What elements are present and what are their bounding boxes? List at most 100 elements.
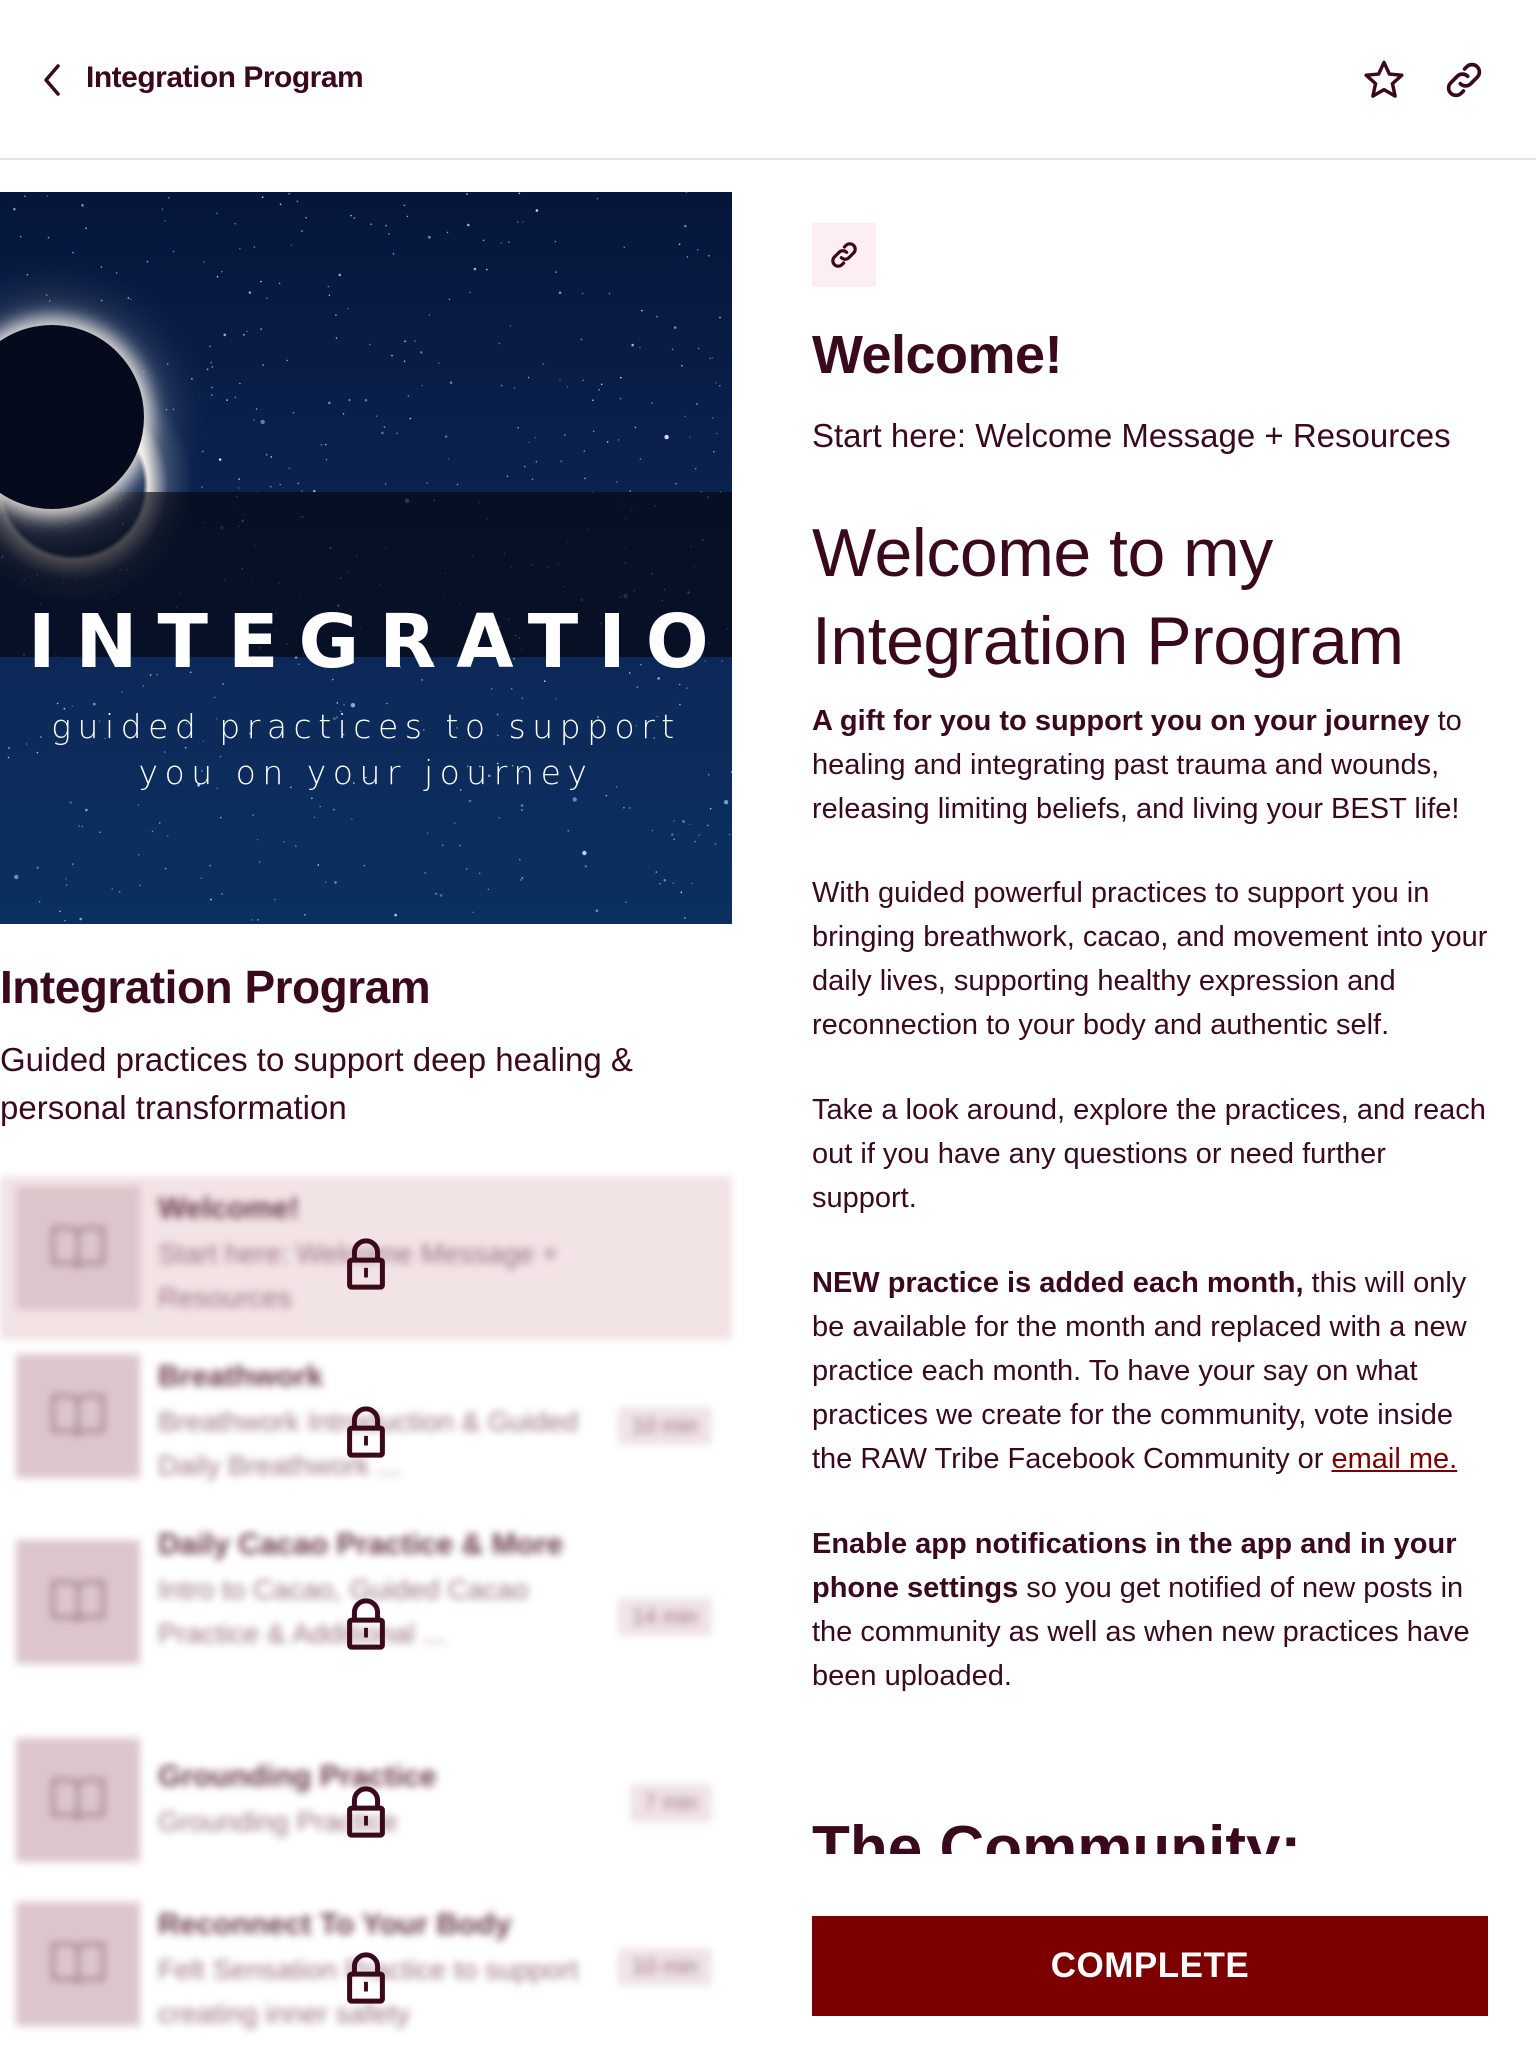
star-dot [438, 362, 440, 364]
star-dot [428, 314, 431, 316]
star-dot [520, 879, 522, 881]
star-dot [239, 247, 241, 250]
star-dot [516, 221, 519, 223]
star-dot [714, 843, 717, 845]
star-dot [202, 450, 204, 453]
star-dot [663, 879, 667, 882]
star-dot [719, 316, 721, 319]
star-dot [707, 824, 709, 827]
star-dot [290, 244, 293, 247]
lesson-thumbnail [16, 1540, 140, 1664]
star-dot [535, 460, 538, 463]
star-dot [69, 801, 72, 804]
star-dot [210, 898, 212, 901]
star-dot [634, 426, 637, 429]
star-dot [246, 330, 248, 333]
star-dot [582, 850, 587, 856]
star-dot [582, 379, 584, 382]
star-dot [673, 820, 675, 822]
star-dot [220, 816, 222, 819]
lesson-thumbnail [16, 1902, 140, 2026]
star-dot [421, 384, 424, 387]
star-dot [456, 483, 459, 486]
star-dot [255, 408, 258, 410]
star-dot [301, 230, 303, 232]
star-dot [678, 243, 681, 245]
star-dot [206, 368, 209, 370]
star-dot [164, 867, 167, 870]
star-dot [672, 882, 675, 884]
star-dot [584, 865, 588, 868]
complete-button[interactable]: COMPLETE [812, 1916, 1488, 2016]
star-dot [265, 453, 268, 456]
lesson-subtitle: Start here: Welcome Message + Resources [812, 417, 1451, 454]
star-dot [368, 343, 371, 346]
star-dot [260, 419, 265, 425]
star-dot [487, 888, 490, 891]
back-button[interactable] [34, 58, 70, 102]
star-dot [260, 280, 262, 283]
star-dot [279, 203, 282, 206]
star-dot [391, 354, 393, 357]
star-dot [304, 914, 306, 916]
star-dot [508, 241, 510, 243]
cover-subtitle-line-1: guided practices to support [51, 707, 681, 746]
star-dot [375, 415, 378, 417]
star-dot [64, 877, 67, 880]
star-dot [121, 690, 123, 693]
star-dot [142, 685, 145, 687]
star-dot [258, 861, 261, 863]
star-dot [608, 292, 611, 295]
share-link-button[interactable] [1438, 54, 1490, 106]
star-dot [639, 458, 642, 460]
star-dot [641, 309, 643, 312]
lesson-type-link-chip[interactable] [812, 223, 876, 287]
star-dot [664, 434, 669, 440]
star-dot [620, 376, 622, 379]
page-title: Integration Program [86, 61, 364, 94]
lesson-title: Daily Cacao Practice & More [158, 1528, 564, 1561]
star-dot [19, 235, 22, 238]
lesson-title: Reconnect To Your Body [158, 1908, 512, 1941]
content-paragraph-5: Enable app notifications in the app and … [812, 1522, 1488, 1698]
star-dot [234, 396, 237, 399]
star-dot [172, 250, 175, 253]
star-dot [520, 804, 524, 807]
star-dot [320, 444, 323, 446]
star-dot [684, 917, 686, 919]
star-dot [311, 797, 313, 800]
star-dot [469, 291, 472, 294]
favorite-button[interactable] [1358, 54, 1410, 106]
star-dot [523, 465, 526, 468]
star-dot [711, 417, 714, 419]
star-dot [14, 874, 19, 880]
star-dot [211, 386, 213, 389]
star-dot [139, 884, 141, 887]
star-dot [426, 482, 429, 484]
star-dot [600, 383, 603, 386]
star-dot [111, 888, 114, 890]
book-icon [51, 1226, 105, 1269]
lesson-title: Welcome! [812, 325, 1063, 385]
book-icon [51, 1942, 105, 1985]
star-dot [554, 240, 557, 243]
lesson-thumbnail [16, 1186, 140, 1310]
star-dot [262, 364, 264, 366]
star-dot [151, 830, 154, 833]
star-dot [498, 342, 501, 345]
star-dot [439, 894, 443, 897]
star-dot [166, 834, 169, 837]
book-icon [51, 1580, 105, 1623]
link-icon [1446, 62, 1482, 98]
star-dot [353, 217, 356, 219]
star-dot [257, 919, 259, 921]
lock-icon [344, 1596, 388, 1652]
star-dot [465, 868, 468, 870]
star-dot [317, 864, 320, 866]
book-icon [51, 1394, 105, 1437]
lesson-duration: 14 min [617, 1598, 712, 1636]
email-me-link[interactable]: email me. [1332, 1443, 1458, 1475]
star-dot [45, 294, 48, 296]
star-dot [351, 818, 353, 820]
content-paragraph-2: With guided powerful practices to suppor… [812, 877, 1488, 1041]
